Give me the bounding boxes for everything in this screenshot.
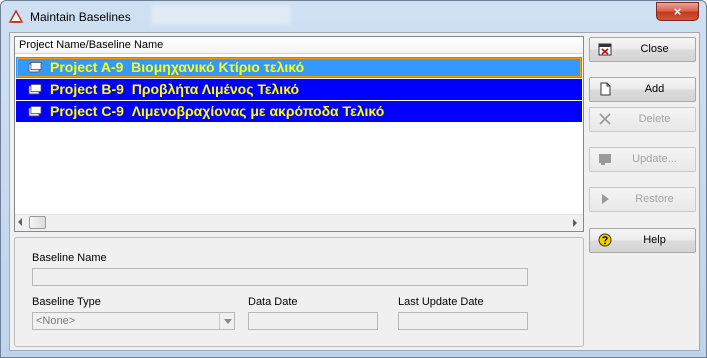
new-document-icon xyxy=(600,82,611,96)
baseline-type-combo[interactable]: <None> xyxy=(32,312,235,330)
restore-button[interactable]: Restore xyxy=(589,187,696,212)
title-bar[interactable]: Maintain Baselines × xyxy=(1,1,706,31)
row-label: Project B-9 Προβλήτα Λιμένος Τελικό xyxy=(50,81,300,97)
baseline-icon xyxy=(28,84,42,95)
list-row-project-b[interactable]: Project B-9 Προβλήτα Λιμένος Τελικό xyxy=(16,79,582,100)
last-update-date-label: Last Update Date xyxy=(398,296,484,308)
list-row-project-a[interactable]: Project A-9 Βιομηχανικό Κτίριο τελικό xyxy=(16,57,582,78)
data-date-label: Data Date xyxy=(248,296,298,308)
baseline-type-label: Baseline Type xyxy=(32,296,101,308)
row-label: Project A-9 Βιομηχανικό Κτίριο τελικό xyxy=(50,59,305,75)
close-button-label: Close xyxy=(640,43,669,55)
scroll-right-arrow-icon[interactable] xyxy=(573,219,577,227)
delete-button-label: Delete xyxy=(638,113,671,125)
dialog-client-area: Project Name/Baseline Name Project A-9 Β… xyxy=(9,32,700,351)
help-question-icon xyxy=(598,233,612,247)
background-window-ghost xyxy=(151,5,291,25)
chevron-down-icon[interactable] xyxy=(219,313,234,329)
help-button-label: Help xyxy=(643,234,666,246)
baseline-details-group: Baseline Name Baseline Type <None> Data … xyxy=(14,237,584,347)
update-icon xyxy=(599,154,611,165)
play-arrow-icon xyxy=(602,194,609,204)
window-title: Maintain Baselines xyxy=(30,10,131,24)
list-row-project-c[interactable]: Project C-9 Λιμενοβραχίονας με ακρόποδα … xyxy=(16,101,582,122)
baseline-type-value: <None> xyxy=(36,315,76,327)
delete-x-icon xyxy=(599,113,611,125)
restore-button-label: Restore xyxy=(635,193,674,205)
app-icon xyxy=(8,9,24,23)
close-dialog-icon xyxy=(598,43,612,56)
update-button-label: Update... xyxy=(632,153,677,165)
delete-button[interactable]: Delete xyxy=(589,107,696,132)
help-button[interactable]: Help xyxy=(589,228,696,253)
baseline-list[interactable]: Project Name/Baseline Name Project A-9 Β… xyxy=(14,36,584,232)
horizontal-scrollbar[interactable] xyxy=(15,214,583,231)
column-header-project-name[interactable]: Project Name/Baseline Name xyxy=(15,37,583,54)
scroll-left-arrow-icon[interactable] xyxy=(18,218,22,226)
scroll-thumb[interactable] xyxy=(29,216,46,229)
baseline-name-label: Baseline Name xyxy=(32,252,107,264)
window-close-button[interactable]: × xyxy=(656,2,699,21)
add-button-label: Add xyxy=(644,83,665,95)
dialog-window: Maintain Baselines × Project Name/Baseli… xyxy=(0,0,707,358)
baseline-icon xyxy=(28,106,42,117)
add-button[interactable]: Add xyxy=(589,77,696,102)
row-label: Project C-9 Λιμενοβραχίονας με ακρόποδα … xyxy=(50,103,385,119)
last-update-date-field[interactable] xyxy=(398,312,528,330)
baseline-name-field[interactable] xyxy=(32,268,528,286)
update-button[interactable]: Update... xyxy=(589,147,696,172)
data-date-field[interactable] xyxy=(248,312,378,330)
baseline-icon xyxy=(28,62,42,73)
close-button[interactable]: Close xyxy=(589,37,696,62)
